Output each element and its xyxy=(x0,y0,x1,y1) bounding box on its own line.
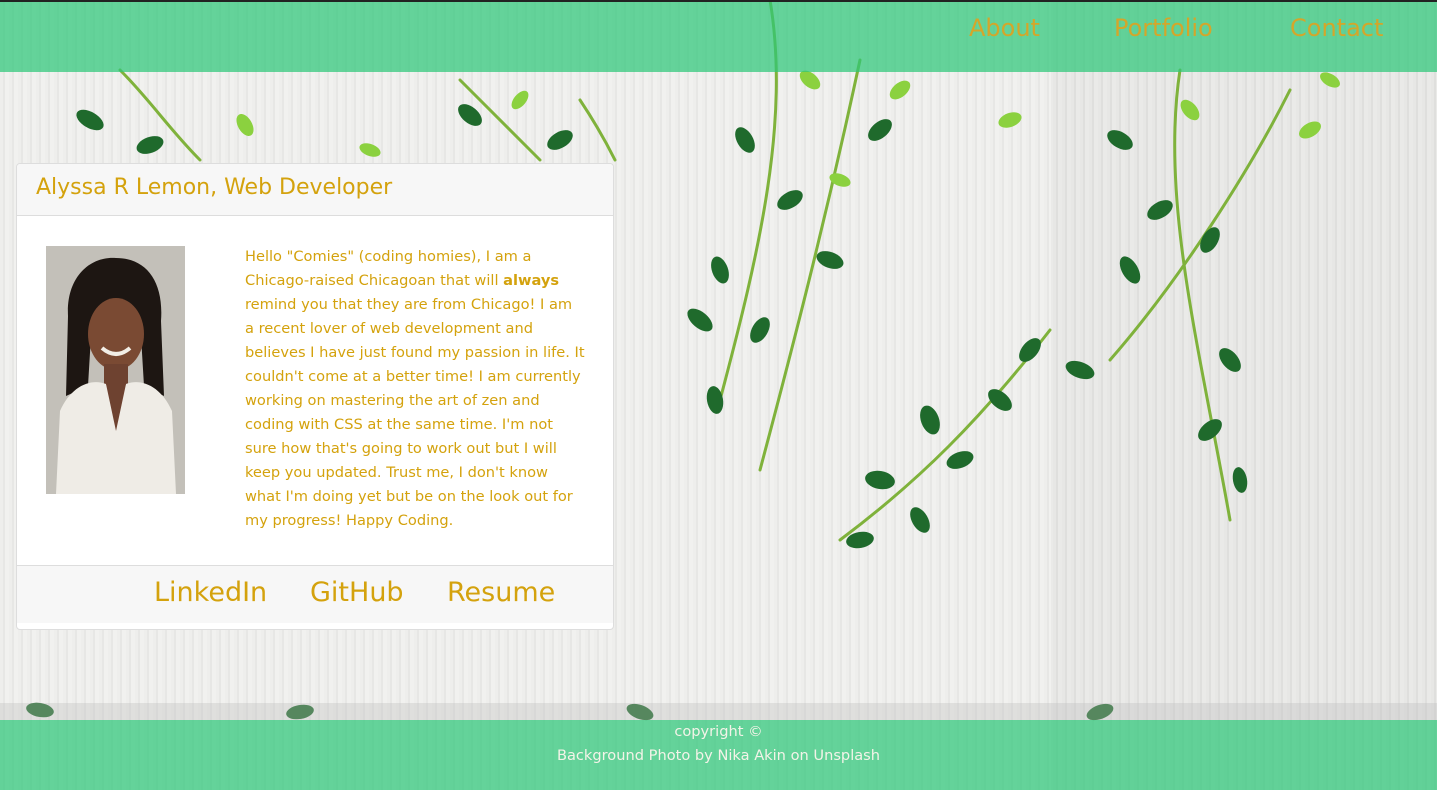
footer-shadow-band xyxy=(0,703,1437,720)
card-title: Alyssa R Lemon, Web Developer xyxy=(36,175,393,200)
bio-text-part1: Hello "Comies" (coding homies), I am a C… xyxy=(245,248,532,289)
bio-text-emphasis: always xyxy=(503,272,560,289)
resume-link[interactable]: Resume xyxy=(447,577,555,608)
nav-contact-link[interactable]: Contact xyxy=(1290,14,1383,42)
photo-credit-text: Background Photo by Nika Akin on Unsplas… xyxy=(556,747,881,764)
card-footer: LinkedIn GitHub Resume xyxy=(17,565,613,623)
card-body: Hello "Comies" (coding homies), I am a C… xyxy=(17,216,613,565)
linkedin-link[interactable]: LinkedIn xyxy=(154,577,267,608)
card-header: Alyssa R Lemon, Web Developer xyxy=(17,164,613,216)
page-footer: copyright © Background Photo by Nika Aki… xyxy=(0,720,1437,790)
nav-about-link[interactable]: About xyxy=(969,14,1040,42)
profile-photo-illustration xyxy=(46,246,185,494)
bio-text-part2: remind you that they are from Chicago! I… xyxy=(245,296,585,529)
top-navbar: About Portfolio Contact xyxy=(0,0,1437,72)
nav-portfolio-link[interactable]: Portfolio xyxy=(1114,14,1213,42)
about-card: Alyssa R Lemon, Web Developer Hello "Com… xyxy=(16,163,614,630)
github-link[interactable]: GitHub xyxy=(310,577,404,608)
profile-photo xyxy=(46,246,185,494)
copyright-text: copyright © xyxy=(674,723,763,740)
bio-text: Hello "Comies" (coding homies), I am a C… xyxy=(245,245,585,533)
